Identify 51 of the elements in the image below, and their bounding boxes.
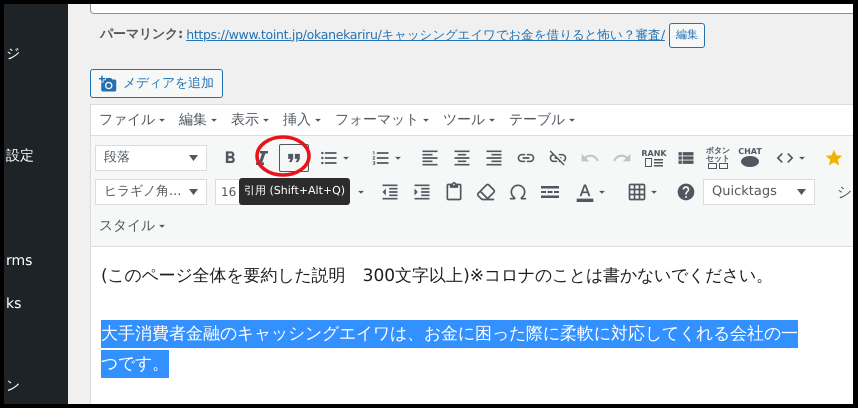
edit-button[interactable]: 編集 (668, 22, 705, 48)
italic-icon (256, 151, 268, 165)
tooltip: 引用 (Shift+Alt+Q) (239, 178, 350, 204)
two-boxes-icon (708, 163, 728, 169)
align-center-icon (452, 148, 472, 168)
table-icon (627, 182, 647, 202)
list-icon (645, 158, 663, 166)
menu-item[interactable]: 挿入 (283, 110, 325, 130)
annotation-circle (254, 134, 312, 178)
caret-icon (189, 155, 198, 161)
sidebar-item[interactable]: ン (4, 376, 68, 396)
star-icon (824, 148, 844, 168)
caret-icon (797, 189, 806, 195)
sidebar-item[interactable]: ks (4, 294, 68, 314)
dropdown-select[interactable]: Quicktags (703, 179, 815, 205)
permalink-label: パーマリンク: (100, 26, 184, 44)
indent-icon (412, 182, 432, 202)
horizontal-rule-icon (541, 186, 559, 198)
menu-item[interactable]: ファイル (99, 110, 169, 130)
omega-icon (508, 182, 528, 202)
menu-item[interactable]: 編集 (179, 110, 221, 130)
unlink-icon (548, 148, 568, 168)
text-color-icon (575, 182, 595, 202)
sidebar-item[interactable]: 設定 (4, 146, 68, 166)
sidebar-item[interactable]: ジ (4, 44, 68, 64)
menu-item[interactable]: 表示 (231, 110, 273, 130)
speech-bubble-icon (740, 156, 760, 168)
align-left-icon (420, 148, 440, 168)
outdent-icon (380, 182, 400, 202)
title-field[interactable] (90, 4, 853, 14)
paste-text-icon (444, 182, 464, 202)
button-set-button[interactable]: ボタンセット (703, 144, 733, 172)
sidebar-item[interactable]: rms (4, 251, 68, 271)
dropdown-select[interactable]: ヒラギノ角... (95, 179, 207, 205)
permalink-url[interactable]: https://www.toint.jp/okanekariru/キャッシングエイワでお金を借りると怖い？審査/ (186, 26, 665, 44)
menu-item[interactable]: テーブル (509, 110, 579, 130)
add-media-button[interactable]: メディアを追加 (90, 69, 223, 98)
chat-button[interactable]: CHAT (735, 144, 765, 172)
media-icon (99, 74, 117, 92)
toolbar-label: シ (837, 182, 852, 203)
menu-item[interactable]: ツール (443, 110, 499, 130)
paragraph: (このページ全体を要約した説明 300文字以上)※コロナのことは書かないでください。 (101, 265, 774, 288)
dropdown-select[interactable]: 段落 (95, 145, 207, 171)
styles-menu[interactable]: スタイル (99, 213, 169, 239)
eraser-icon (476, 182, 496, 202)
rank-button[interactable]: RANK (639, 144, 669, 172)
menu-item[interactable]: フォーマット (335, 110, 433, 130)
quote-button[interactable] (279, 144, 309, 172)
help-icon (676, 182, 696, 202)
align-right-icon (484, 148, 504, 168)
caret-icon (189, 189, 198, 195)
